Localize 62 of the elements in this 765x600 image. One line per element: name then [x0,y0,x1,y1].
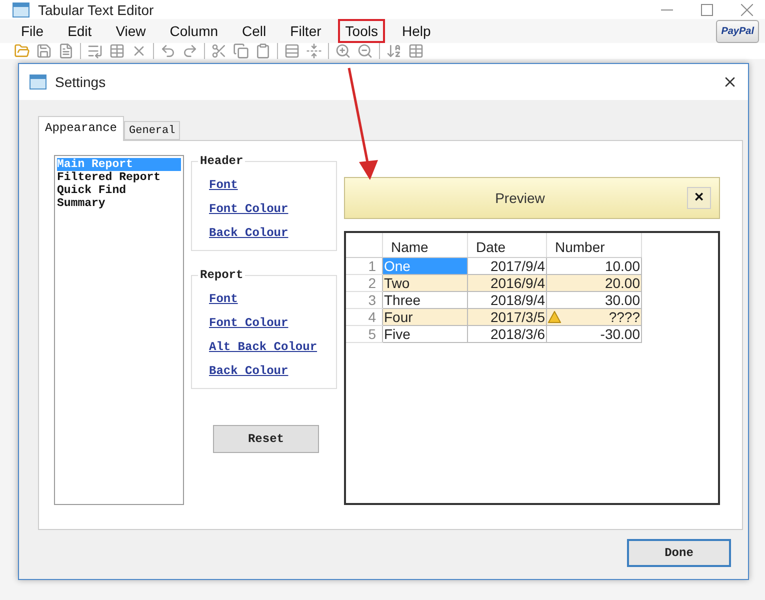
paypal-button[interactable]: PayPal [716,20,759,42]
window-title: Tabular Text Editor [38,2,155,18]
open-folder-icon[interactable] [14,43,30,59]
table-cell: 2018/9/4 [468,292,546,308]
group-title: Report [198,268,246,282]
table-cell: Three [382,292,468,308]
menu-item[interactable]: Help [394,19,438,43]
link[interactable]: Back Colour [209,364,328,378]
table-cell: 2016/9/4 [468,274,546,292]
done-button[interactable]: Done [627,539,731,567]
table-icon[interactable] [408,43,424,59]
preview-title: Preview [494,190,546,206]
table-cell: -30.00 [546,326,642,342]
document-icon[interactable] [58,43,74,59]
table-cell: 20.00 [546,274,642,292]
save-icon[interactable] [36,43,52,59]
menu-item[interactable]: View [108,19,153,43]
cell-text: ???? [608,309,640,325]
rows-icon[interactable] [284,43,300,59]
paste-icon[interactable] [255,43,271,59]
tab[interactable]: General [124,121,180,140]
app-icon [12,2,30,18]
menu-item[interactable]: Edit [60,19,99,43]
table-cell: Two [382,274,468,292]
table-icon[interactable] [109,43,125,59]
reset-button[interactable]: Reset [213,425,319,453]
table-cell: Four [382,308,468,326]
table-cell: 30.00 [546,292,642,308]
zoom-in-icon[interactable] [335,43,351,59]
app-icon [29,74,47,90]
menu-item[interactable]: Filter [283,19,328,43]
table-cell: 2018/3/6 [468,326,546,342]
link[interactable]: Alt Back Colour [209,340,328,354]
cut-icon[interactable] [211,43,227,59]
list-item[interactable]: Summary [57,197,106,210]
table-cell: Five [382,326,468,342]
tab[interactable]: Appearance [38,116,124,141]
link[interactable]: Font [209,292,328,306]
table-cell: 2017/3/5 [468,308,546,326]
maximize-icon[interactable] [701,4,713,16]
menu-item[interactable]: Column [162,19,226,43]
undo-icon[interactable] [160,43,176,59]
fold-icon[interactable] [306,43,322,59]
list-item[interactable]: Quick Find [57,184,126,197]
sort-icon[interactable] [386,43,402,59]
link[interactable]: Font [209,178,328,192]
table-cell: 2017/9/4 [468,258,546,274]
table-cell: One [382,258,468,274]
zoom-out-icon[interactable] [357,43,373,59]
menu-item[interactable]: Cell [235,19,274,43]
dialog-title: Settings [55,74,107,90]
menu-item[interactable]: Tools [338,19,385,43]
list-item[interactable]: Filtered Report [57,171,161,184]
link[interactable]: Font Colour [209,316,328,330]
table-cell: 10.00 [546,258,642,274]
close-button[interactable]: × [687,187,711,209]
redo-icon[interactable] [182,43,198,59]
menu-item[interactable]: File [14,19,51,43]
link[interactable]: Font Colour [209,202,328,216]
link[interactable]: Back Colour [209,226,328,240]
copy-icon[interactable] [233,43,249,59]
list-icon[interactable] [87,43,103,59]
